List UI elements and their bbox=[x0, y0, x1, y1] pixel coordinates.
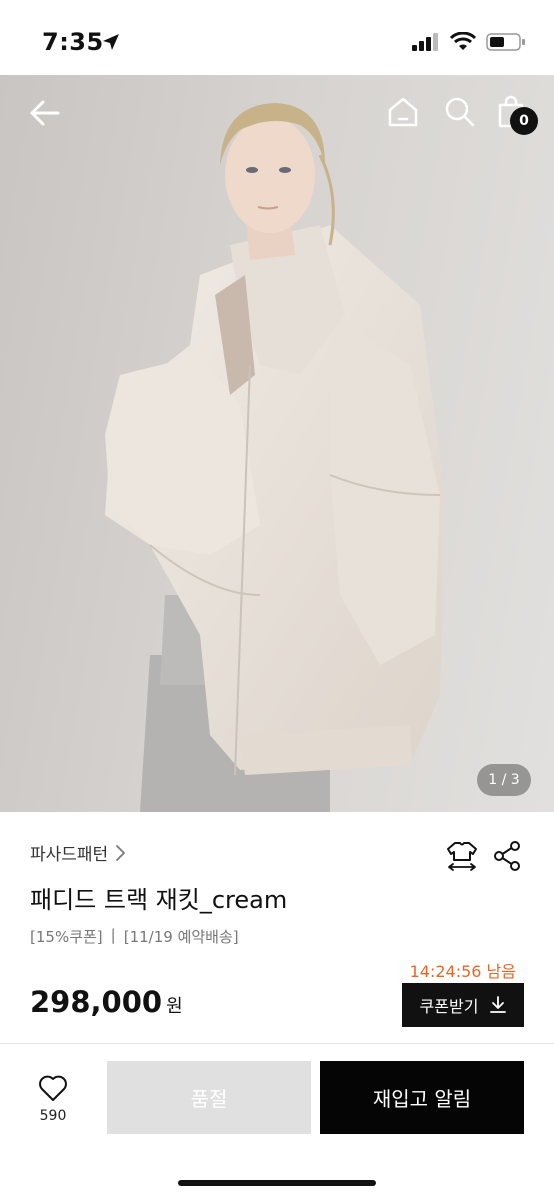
size-guide-icon[interactable] bbox=[445, 838, 479, 872]
location-arrow-icon bbox=[103, 34, 119, 50]
product-photo bbox=[105, 103, 445, 812]
home-icon[interactable] bbox=[386, 95, 420, 129]
like-count: 590 bbox=[39, 1108, 67, 1124]
brand-name: 파사드패턴 bbox=[30, 845, 109, 865]
product-image-gallery[interactable] bbox=[0, 75, 554, 812]
chevron-right-icon bbox=[116, 844, 126, 861]
price-row: 298,000 원 bbox=[30, 985, 183, 1019]
heart-icon bbox=[39, 1075, 67, 1101]
cellular-signal-icon bbox=[412, 33, 438, 51]
like-button[interactable]: 590 bbox=[28, 1074, 78, 1124]
home-indicator[interactable] bbox=[178, 1180, 376, 1186]
price: 298,000 bbox=[30, 985, 163, 1019]
download-icon bbox=[490, 996, 507, 1013]
status-bar: 7:35 bbox=[0, 0, 554, 75]
coupon-download-button[interactable]: 쿠폰받기 bbox=[402, 983, 524, 1027]
cart-count-badge[interactable]: 0 bbox=[510, 107, 538, 135]
gallery-page-indicator: 1 / 3 bbox=[477, 764, 531, 796]
coupon-timer: 14:24:56 남음 bbox=[409, 962, 516, 981]
share-icon[interactable] bbox=[492, 840, 522, 872]
product-meta: [15%쿠폰] | [11/19 예약배송] bbox=[30, 926, 239, 947]
back-arrow-icon[interactable] bbox=[28, 96, 62, 130]
meta-separator: | bbox=[110, 926, 116, 944]
currency: 원 bbox=[166, 996, 183, 1017]
restock-alert-button[interactable]: 재입고 알림 bbox=[320, 1061, 524, 1134]
soldout-button[interactable]: 품절 bbox=[107, 1061, 311, 1134]
brand-link[interactable]: 파사드패턴 bbox=[30, 840, 126, 865]
search-icon[interactable] bbox=[443, 95, 477, 129]
product-title: 패디드 트랙 재킷_cream bbox=[30, 886, 288, 914]
status-time: 7:35 bbox=[42, 28, 104, 56]
delivery-tag: [11/19 예약배송] bbox=[123, 928, 239, 946]
coupon-button-label: 쿠폰받기 bbox=[419, 997, 479, 1016]
wifi-icon bbox=[450, 32, 476, 50]
battery-icon bbox=[486, 33, 525, 51]
divider bbox=[0, 1043, 554, 1044]
coupon-tag: [15%쿠폰] bbox=[30, 928, 103, 946]
